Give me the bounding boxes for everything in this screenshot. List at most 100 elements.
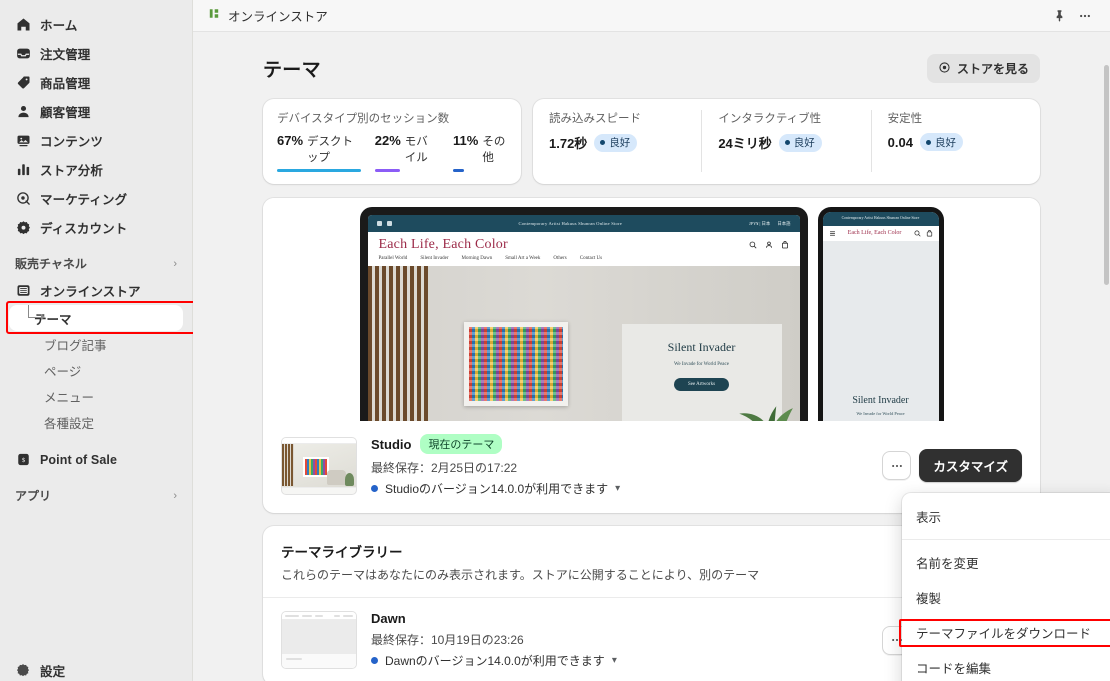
more-horizontal-icon[interactable]: [1072, 4, 1098, 28]
sidebar-section-sales-channel[interactable]: 販売チャネル ›: [15, 255, 177, 272]
metrics-row: デバイスタイプ別のセッション数 67% デスクトップ 22% モバイル 11% …: [193, 99, 1110, 184]
theme-last-saved: 最終保存：2月25日の17:22: [371, 461, 518, 475]
hero-subtitle: We Invade for World Peace: [674, 362, 729, 367]
sidebar-item-marketing[interactable]: マーケティング: [7, 184, 185, 213]
sidebar-item-home[interactable]: ホーム: [7, 10, 185, 39]
hero-artwork-frame: [463, 322, 568, 406]
main-area: オンラインストア テーマ ストアを見る デバイスタイプ別のセッション数 67% …: [193, 0, 1110, 681]
sidebar-item-online-store[interactable]: オンラインストア: [7, 276, 185, 305]
apps-label: アプリ: [15, 489, 52, 503]
point-of-sale-icon: $: [15, 452, 31, 468]
search-icon: [749, 241, 756, 249]
mobile-hero-image: [822, 240, 939, 389]
sidebar-item-discounts[interactable]: ディスカウント: [7, 213, 185, 242]
sidebar-item-label: オンラインストア: [40, 285, 141, 299]
top-bar: オンラインストア: [193, 0, 1110, 32]
thumbnail-slats: [282, 443, 294, 486]
customers-person-icon: [15, 104, 31, 120]
theme-more-actions-button[interactable]: [882, 451, 912, 480]
theme-last-saved: 最終保存：10月19日の23:26: [371, 633, 524, 648]
sidebar-item-content[interactable]: コンテンツ: [7, 126, 185, 155]
library-title: テーマライブラリー: [281, 545, 403, 560]
pin-icon[interactable]: [1046, 4, 1072, 28]
discount-gear-icon: [15, 220, 31, 236]
storefront-nav-item[interactable]: Small Art a Week: [505, 256, 540, 261]
sidebar-item-label: ディスカウント: [40, 222, 128, 236]
metric-title: 安定性: [887, 113, 923, 125]
storefront-nav-item[interactable]: Morning Dawn: [462, 256, 493, 261]
chevron-right-icon: ›: [173, 257, 177, 270]
vertical-scrollbar[interactable]: [1104, 65, 1109, 285]
status-dot-icon: [784, 140, 790, 145]
theme-name: Dawn: [371, 611, 406, 627]
sidebar-item-settings[interactable]: 設定: [7, 659, 185, 681]
sidebar-item-label: コンテンツ: [40, 135, 104, 149]
sidebar-section-apps[interactable]: アプリ ›: [15, 487, 177, 504]
metric-interactivity: インタラクティブ性 24ミリ秒 良好: [702, 110, 872, 172]
chevron-right-icon: ›: [173, 489, 177, 502]
page-title: テーマ: [263, 60, 321, 81]
sidebar-item-pages[interactable]: ページ: [7, 357, 185, 383]
search-icon: [914, 230, 921, 237]
sidebar-item-blog-posts[interactable]: ブログ記事: [7, 331, 185, 357]
mobile-preview-frame: Contemporary Artist Hakuus Shunran Onlin…: [817, 207, 944, 421]
storefront-nav-item[interactable]: Others: [553, 256, 566, 261]
current-theme-actions: カスタマイズ: [882, 449, 1022, 482]
sidebar-item-label: ストア分析: [40, 164, 104, 178]
session-segment: 11% その他: [453, 133, 507, 172]
session-pct: 67%: [277, 133, 304, 148]
mobile-hero-text: Silent Invader We Invade for World Peace: [822, 388, 939, 421]
sidebar-item-label: 商品管理: [40, 77, 91, 91]
sidebar-item-customers[interactable]: 顧客管理: [7, 97, 185, 126]
mobile-logo: Each Life, Each Color: [847, 230, 902, 237]
storefront-nav-item[interactable]: Parallel World: [379, 256, 408, 261]
menu-divider: [902, 539, 1110, 540]
status-badge: 良好: [778, 133, 822, 152]
customize-button[interactable]: カスタマイズ: [919, 449, 1022, 482]
status-badge: 良好: [919, 133, 963, 151]
thumbnail-chair: [327, 469, 346, 485]
sidebar-item-label: 顧客管理: [40, 106, 91, 120]
sidebar-item-point-of-sale[interactable]: $ Point of Sale: [7, 445, 185, 474]
thumbnail-footer: [282, 654, 356, 669]
marketing-target-icon: [15, 191, 31, 207]
account-icon: [765, 241, 772, 248]
sidebar-item-analytics[interactable]: ストア分析: [7, 155, 185, 184]
hero-wood-slats: [367, 266, 428, 421]
menu-item-duplicate[interactable]: 複製: [902, 580, 1110, 615]
theme-update-notice[interactable]: Dawnのバージョン14.0.0が利用できます ▾: [371, 652, 868, 669]
update-dot-icon: [371, 485, 378, 492]
sidebar-item-menus[interactable]: メニュー: [7, 383, 185, 409]
home-icon: [15, 17, 31, 33]
hero-cta-button[interactable]: See Artworks: [673, 378, 730, 391]
menu-item-download-theme-file[interactable]: テーマファイルをダウンロード: [902, 615, 1110, 650]
tree-elbow-icon: [28, 305, 45, 320]
sessions-card-title: デバイスタイプ別のセッション数: [277, 113, 450, 125]
hamburger-menu-icon: [829, 231, 835, 236]
sidebar-item-preferences[interactable]: 各種設定: [7, 409, 185, 435]
menu-item-edit-code[interactable]: コードを編集: [902, 650, 1110, 681]
storefront-nav-item[interactable]: Silent Invader: [420, 256, 448, 261]
sidebar-bottom: 設定: [0, 659, 192, 681]
session-name: デスクトップ: [307, 136, 354, 164]
theme-update-notice[interactable]: Studioのバージョン14.0.0が利用できます ▾: [371, 480, 868, 497]
theme-thumbnail-dawn: [281, 611, 357, 670]
theme-name: Studio: [371, 436, 412, 452]
menu-item-view[interactable]: 表示: [902, 499, 1110, 534]
library-description: これらのテーマはあなたにのみ表示されます。ストアに公開することにより、別のテーマ: [281, 568, 760, 582]
metric-value: 0.04: [887, 134, 913, 150]
session-name: モバイル: [404, 136, 428, 164]
theme-update-label: Dawnのバージョン14.0.0が利用できます: [385, 654, 605, 669]
sidebar-item-orders[interactable]: 注文管理: [7, 39, 185, 68]
update-dot-icon: [371, 657, 378, 665]
menu-item-rename[interactable]: 名前を変更: [902, 545, 1110, 580]
storefront-announcement-bar: Contemporary Artist Hakuus Shunran Onlin…: [367, 215, 800, 232]
status-badge-label: 良好: [793, 137, 815, 149]
chevron-down-icon: ▾: [615, 483, 621, 494]
brand-name: オンラインストア: [228, 10, 328, 24]
storefront-nav-item[interactable]: Contact Us: [580, 256, 602, 261]
hero-artwork-image: [468, 327, 563, 401]
view-store-button[interactable]: ストアを見る: [926, 54, 1040, 83]
sidebar-item-label: Point of Sale: [40, 452, 118, 467]
sidebar-item-products[interactable]: 商品管理: [7, 68, 185, 97]
